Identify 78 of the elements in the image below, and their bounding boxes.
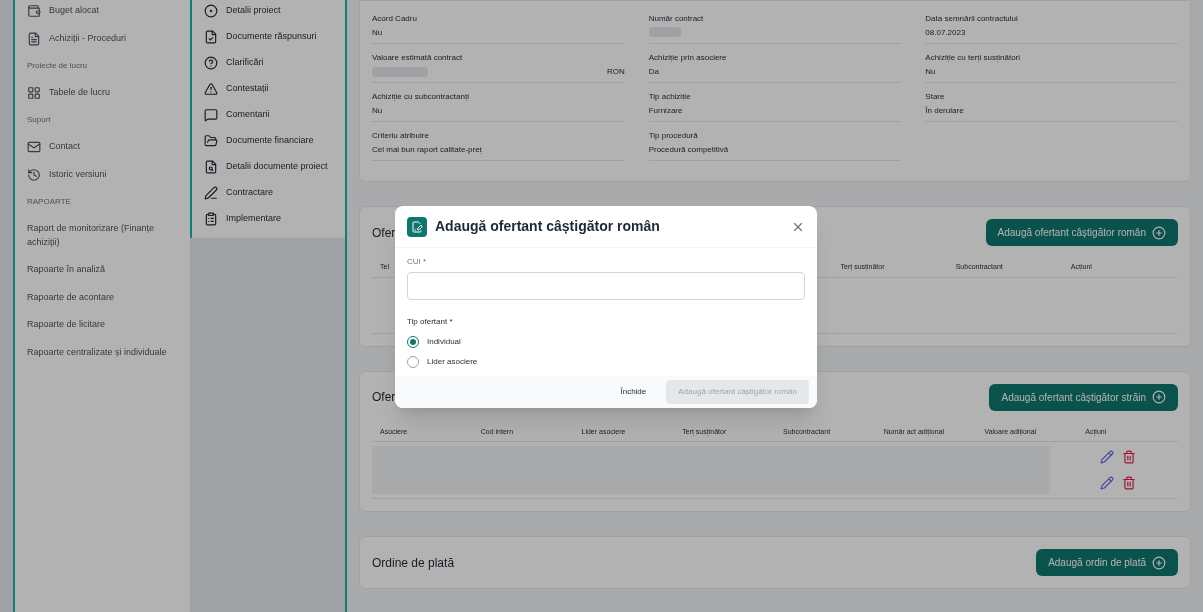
menu-item-icon [27,140,41,154]
subnav-item[interactable]: Documente financiare [204,134,333,148]
menu-item-icon [204,30,218,44]
menu-item-icon [204,134,218,148]
field-label: CUI * [407,256,428,268]
detail-value: Da [648,66,659,78]
subnav-item[interactable]: Detalii documente proiect [204,160,333,174]
detail-label: Tip achiziție [648,91,692,103]
detail-value: Nu [372,27,383,39]
menu-item-icon [27,86,41,100]
detail-value: 08.07.2023 [925,27,966,39]
sidebar-section-label: RAPOARTE [27,196,72,208]
sidebar-item[interactable]: Rapoarte în analiză [27,263,178,277]
edit-icon[interactable] [1100,476,1114,490]
detail-label: Achiziție cu subcontractanți [372,91,470,103]
detail-label: Stare [925,91,946,103]
sidebar-item[interactable]: Raport de monitorizare (Finanțe achiziții) [27,222,178,249]
menu-item-icon [27,4,41,18]
sidebar-item[interactable]: Rapoarte de acontare [27,290,178,304]
edit-icon[interactable] [1100,450,1114,464]
detail-value: În derulare [925,105,964,117]
menu-item-icon [204,186,218,200]
detail-label: Achiziție prin asociere [648,52,728,64]
radio-group-label: Tip ofertant * [407,316,454,328]
add-button[interactable]: Adaugă ofertant câștigător străin [989,383,1178,411]
subnav-item[interactable]: Implementare [204,212,333,226]
subnav-item[interactable]: Documente răspunsuri [204,30,333,44]
menu-item-icon [204,160,218,174]
modal-title: Adaugă ofertant câștigător român [435,217,660,236]
menu-item-icon [204,108,218,122]
add-button[interactable]: Adaugă ofertant câștigător român [985,219,1178,246]
add-button[interactable]: Adaugă ordin de plată [1036,549,1178,576]
sidebar-item[interactable]: Contact [27,140,178,154]
menu-item-icon [204,56,218,70]
detail-value: Procedură competitivă [648,144,729,156]
subnav-item[interactable]: Comentarii [204,108,333,122]
subnav-item[interactable]: Contestații [204,82,333,96]
detail-label: Număr contract [648,13,705,25]
plus-circle-icon [1152,555,1166,570]
subnav-item[interactable]: Contractare [204,186,333,200]
radio-label: Individual [427,336,461,348]
detail-label: Criteriu atribuire [372,130,430,142]
detail-label: Tip procedură [648,130,699,142]
detail-label: Data semnării contractului [925,13,1019,25]
menu-item-icon [27,168,41,182]
cui-input-field[interactable] [407,272,805,300]
sidebar-item[interactable]: Rapoarte de licitare [27,318,178,332]
menu-item-icon [27,32,41,46]
menu-item-icon [204,82,218,96]
currency-label: RON [606,66,625,78]
plus-circle-icon [1152,390,1166,404]
sidebar-section-label: Suport [27,114,52,126]
close-button[interactable]: Închide [612,380,655,404]
subnav-item[interactable]: Detalii proiect [204,4,333,18]
section-title: Ofer [372,224,396,242]
detail-label: Achiziție cu terți susținători [925,52,1022,64]
detail-label: Acord Cadru [372,13,418,25]
delete-icon[interactable] [1122,450,1136,464]
menu-item-icon [204,4,218,18]
detail-value: Cel mai bun raport calitate-preț [372,144,482,156]
delete-icon[interactable] [1122,476,1136,490]
section-title: Ordine de plată [372,554,455,572]
sidebar-section-label: Proiecte de lucru [27,60,89,72]
menu-item-icon [204,212,218,226]
radio-label: Lider asociere [427,356,478,368]
sidebar-item[interactable]: Achiziții - Proceduri [27,32,178,46]
sidebar-item[interactable]: Tabele de lucru [27,86,178,100]
sidebar-item[interactable]: Rapoarte centralizate și individuale [27,345,178,359]
sidebar-item[interactable]: Buget alocat [27,4,178,18]
section-title: Ofer [372,389,396,406]
detail-value: Nu [372,105,383,117]
plus-circle-icon [1152,225,1166,240]
subnav-item[interactable]: Clarificări [204,56,333,70]
detail-label: Valoare estimată contract [372,52,464,64]
sidebar-item[interactable]: Istoric versiuni [27,168,178,182]
detail-value: Furnizare [648,105,683,117]
document-icon [407,216,427,237]
detail-value: Nu [925,66,936,78]
